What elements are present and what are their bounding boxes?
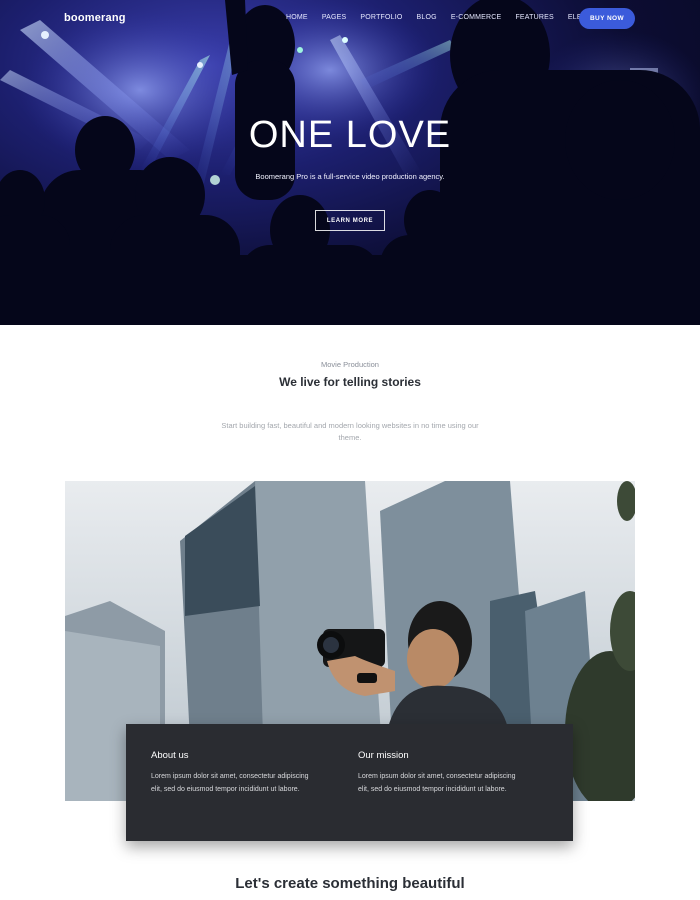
mission-title: Our mission [358,750,409,761]
hero-title: ONE LOVE [248,114,452,156]
buy-now-button[interactable]: BUY NOW [579,8,635,29]
nav-blog[interactable]: BLOG [417,14,437,21]
hero-subtitle: Boomerang Pro is a full-service video pr… [255,172,445,181]
mission-column: Our mission Lorem ipsum dolor sit amet, … [358,750,528,796]
nav-links: HOME PAGES PORTFOLIO BLOG E-COMMERCE FEA… [286,14,621,21]
section-kicker: Movie Production [321,360,379,369]
nav-portfolio[interactable]: PORTFOLIO [360,14,402,21]
about-title: About us [151,750,189,761]
section-title: We live for telling stories [279,375,421,389]
hero-section: boomerang HOME PAGES PORTFOLIO BLOG E-CO… [0,0,700,325]
about-text: Lorem ipsum dolor sit amet, consectetur … [151,773,309,793]
nav-features[interactable]: FEATURES [515,14,553,21]
brand-logo[interactable]: boomerang [64,12,126,24]
concert-background-image [0,0,700,325]
outro-title: Let's create something beautiful [235,875,465,892]
about-mission-panel: About us Lorem ipsum dolor sit amet, con… [126,724,573,841]
top-navbar: boomerang HOME PAGES PORTFOLIO BLOG E-CO… [0,0,700,38]
nav-home[interactable]: HOME [286,14,308,21]
nav-ecommerce[interactable]: E-COMMERCE [451,14,502,21]
learn-more-button[interactable]: LEARN MORE [315,210,385,231]
section-description: Start building fast, beautiful and moder… [221,421,479,442]
mission-text: Lorem ipsum dolor sit amet, consectetur … [358,773,516,793]
about-column: About us Lorem ipsum dolor sit amet, con… [151,750,321,796]
nav-pages[interactable]: PAGES [322,14,347,21]
